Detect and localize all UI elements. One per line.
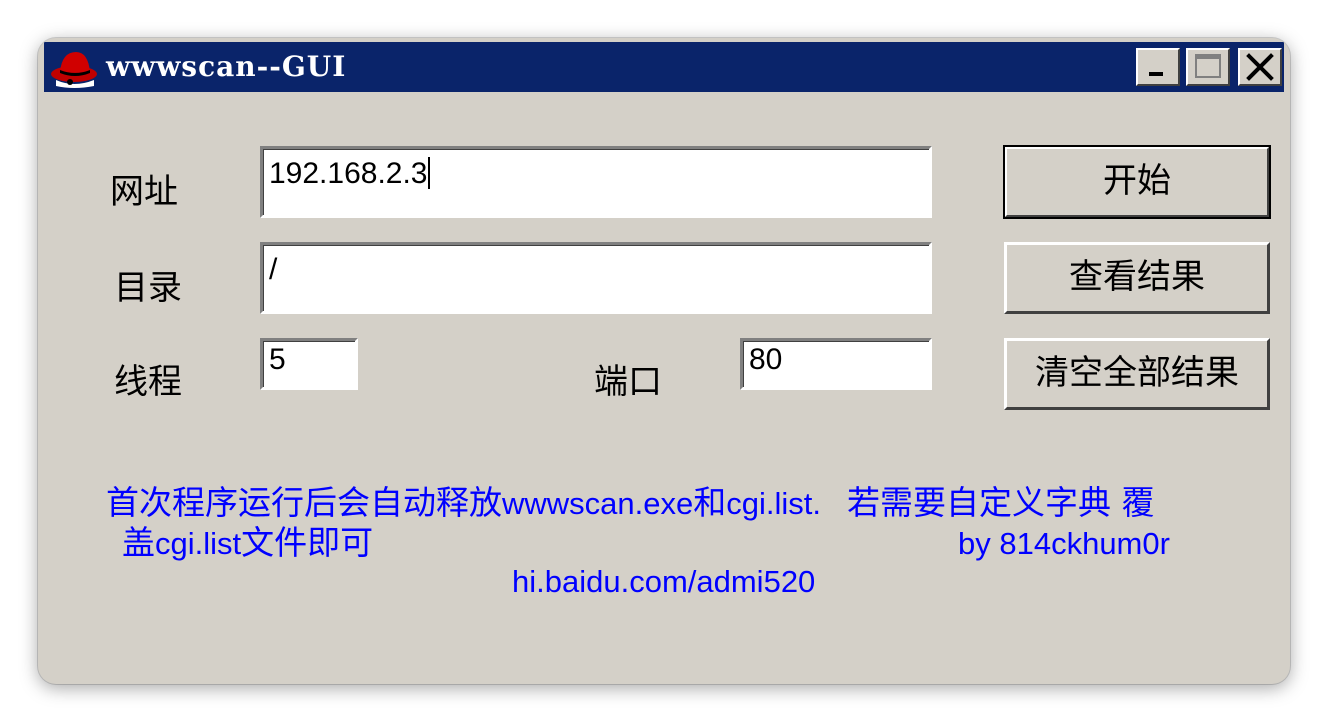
website-link-text: hi.baidu.com/admi520	[512, 564, 816, 599]
app-window: wwwscan--GUI 网址 目录 线程 端口 192.168.2.3 / 5…	[38, 38, 1290, 684]
info-line-2-part-3: 文件即可	[241, 523, 374, 562]
port-input[interactable]: 80	[740, 338, 932, 390]
dir-input-value: /	[269, 253, 278, 286]
threads-label: 线程	[114, 362, 182, 402]
close-button[interactable]	[1238, 48, 1282, 86]
url-label: 网址	[110, 172, 178, 212]
info-line-1-part-2: wwwscan.exe	[502, 486, 694, 521]
minimize-icon	[1149, 72, 1163, 76]
maximize-button[interactable]	[1186, 48, 1230, 86]
info-line-1-part-3: 和	[693, 483, 727, 522]
info-line-1: 首次程序运行后会自动释放wwwscan.exe和cgi.list. 若需要自定义字…	[106, 484, 1155, 523]
redhat-icon	[50, 44, 100, 90]
info-line-2-part-2: cgi.list	[155, 526, 242, 561]
threads-input-value: 5	[269, 343, 286, 376]
website-link: hi.baidu.com/admi520	[512, 562, 815, 601]
start-button[interactable]: 开始	[1003, 145, 1271, 219]
maximize-icon	[1195, 54, 1221, 78]
info-line-1-part-5: 若需要自定义字典 覆	[847, 483, 1155, 522]
window-title: wwwscan--GUI	[106, 50, 347, 83]
url-input-value: 192.168.2.3	[269, 157, 428, 190]
clear-results-button[interactable]: 清空全部结果	[1004, 338, 1270, 410]
info-line-2-part-1: 盖	[122, 523, 155, 562]
author-credit: by 814ckhum0r	[958, 524, 1170, 563]
dir-label: 目录	[114, 268, 182, 308]
info-line-1-part-1: 首次程序运行后会自动释放	[106, 483, 502, 522]
threads-input[interactable]: 5	[260, 338, 358, 390]
close-icon	[1246, 53, 1274, 81]
port-input-value: 80	[749, 343, 783, 376]
port-label: 端口	[594, 362, 662, 402]
view-results-button[interactable]: 查看结果	[1004, 242, 1270, 314]
info-line-1-part-4: cgi.list.	[726, 486, 821, 521]
text-caret	[428, 157, 431, 189]
author-credit-text: by 814ckhum0r	[958, 526, 1170, 561]
info-line-2: 盖cgi.list文件即可	[122, 524, 373, 563]
url-input[interactable]: 192.168.2.3	[260, 146, 932, 218]
desktop: wwwscan--GUI 网址 目录 线程 端口 192.168.2.3 / 5…	[0, 0, 1328, 722]
title-bar[interactable]: wwwscan--GUI	[44, 42, 1284, 92]
minimize-button[interactable]	[1136, 48, 1180, 86]
dir-input[interactable]: /	[260, 242, 932, 314]
